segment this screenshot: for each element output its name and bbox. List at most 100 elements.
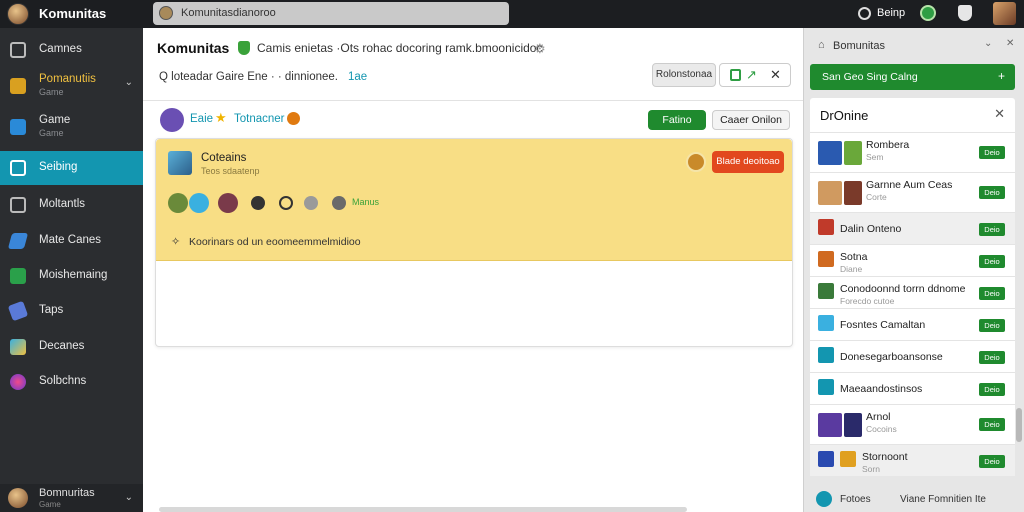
- reaction-dot-icon[interactable]: [251, 196, 265, 210]
- sidebar-item-1[interactable]: Pomanutiis Game ⌄: [0, 69, 143, 103]
- create-button[interactable]: Caaer Onilon: [712, 110, 790, 130]
- meta-text: Q loteadar Gaire Ene · · dinnionee.: [159, 71, 338, 83]
- game-thumbnail-icon: [818, 141, 842, 165]
- list-item[interactable]: Maeaandostinsos Deio: [810, 372, 1015, 404]
- square-icon[interactable]: [730, 69, 741, 81]
- filter-button[interactable]: Rolonstonaa: [652, 63, 716, 87]
- sidebar-item-label: Moishemaing: [39, 269, 108, 281]
- list-item[interactable]: Stornoont Sorn Deio: [810, 444, 1015, 476]
- community-avatar[interactable]: [160, 108, 184, 132]
- sidebar-item-3[interactable]: Seibing: [0, 151, 143, 185]
- join-button[interactable]: Deio: [979, 255, 1005, 268]
- game-thumbnail-icon: [818, 413, 842, 437]
- sidebar-item-9[interactable]: Solbchns: [0, 365, 143, 399]
- sidebar-item-8[interactable]: Decanes: [0, 330, 143, 364]
- sidebar-item-6[interactable]: Moishemaing: [0, 259, 143, 293]
- post-title[interactable]: Coteains: [201, 152, 246, 164]
- sidebar-item-5[interactable]: Mate Canes: [0, 224, 143, 258]
- start-game-button[interactable]: San Geo Sing Calng +: [810, 64, 1015, 90]
- meta-count[interactable]: 1ae: [348, 71, 367, 83]
- post-tag-button[interactable]: Blade deoitoao: [712, 151, 784, 173]
- list-item[interactable]: Arnol Cocoins Deio: [810, 404, 1015, 444]
- window-icon: [10, 197, 26, 213]
- coin-icon: [287, 112, 300, 125]
- join-button[interactable]: Deio: [979, 319, 1005, 332]
- list-item[interactable]: Dalin Onteno Deio: [810, 212, 1015, 244]
- reaction-avatar-icon[interactable]: [168, 193, 188, 213]
- reaction-face-icon[interactable]: [332, 196, 346, 210]
- list-item[interactable]: Donesegarboansonse Deio: [810, 340, 1015, 372]
- right-panel-title: Bomunitas: [833, 40, 885, 52]
- search-avatar-icon: [159, 6, 173, 20]
- sidebar-footer[interactable]: Bomnuritas Game ⌄: [0, 484, 143, 512]
- follow-button[interactable]: Fatino: [648, 110, 706, 130]
- list-item-name: Sotna: [840, 251, 868, 263]
- sidebar-item-label: Moltantls: [39, 198, 86, 210]
- search-text[interactable]: Komunitasdianoroo: [181, 7, 276, 19]
- post-avatar[interactable]: [168, 151, 192, 175]
- horizontal-scrollbar[interactable]: [159, 507, 687, 512]
- reaction-gear-icon[interactable]: [304, 196, 318, 210]
- join-button[interactable]: Deio: [979, 223, 1005, 236]
- start-game-label: San Geo Sing Calng: [822, 71, 918, 83]
- list-item[interactable]: Sotna Diane Deio: [810, 244, 1015, 276]
- join-button[interactable]: Deio: [979, 146, 1005, 159]
- list-item[interactable]: Garnne Aum Ceas Corte Deio: [810, 172, 1015, 212]
- list-item[interactable]: Fosntes Camaltan Deio: [810, 308, 1015, 340]
- footer-right-links[interactable]: Viane Fomnitien Ite: [900, 494, 986, 505]
- sidebar-item-7[interactable]: Taps: [0, 294, 143, 328]
- chevron-down-icon[interactable]: ⌄: [984, 38, 992, 49]
- community-sub[interactable]: Totnacner: [234, 113, 285, 125]
- info-icon[interactable]: [816, 491, 832, 507]
- link-icon[interactable]: ↗: [746, 67, 757, 83]
- join-button[interactable]: Deio: [979, 418, 1005, 431]
- list-item-name: Dalin Onteno: [840, 223, 902, 235]
- app-logo-icon[interactable]: [7, 3, 29, 25]
- vertical-scrollbar[interactable]: [1016, 408, 1022, 442]
- list-item[interactable]: Rombera Sem Deio: [810, 132, 1015, 172]
- arrow-icon: [7, 233, 29, 249]
- footer-left-link[interactable]: Fotoes: [840, 494, 871, 505]
- sidebar-item-label: Solbchns: [39, 375, 87, 387]
- list-item[interactable]: Conodoonnd torrn ddnome Forecdo cutoe Deio: [810, 276, 1015, 308]
- join-button[interactable]: Deio: [979, 455, 1005, 468]
- game-thumbnail-icon: [818, 347, 834, 363]
- main-content: Komunitas Camis enietas ·Ots rohac docor…: [143, 28, 803, 512]
- join-button[interactable]: Deio: [979, 383, 1005, 396]
- sidebar: Camnes Pomanutiis Game ⌄ Game Game Seibi…: [0, 28, 143, 512]
- list-item-name: Arnol: [866, 411, 891, 423]
- reaction-avatar-icon[interactable]: [189, 193, 209, 213]
- reaction-label: Manus: [352, 197, 380, 207]
- close-icon[interactable]: ✕: [770, 67, 781, 83]
- sidebar-item-label: Taps: [39, 304, 64, 316]
- pen-icon: [7, 300, 29, 322]
- puzzle-icon: [10, 339, 26, 355]
- shield-icon[interactable]: [958, 5, 972, 21]
- sidebar-item-label: Decanes: [39, 340, 85, 352]
- sidebar-item-4[interactable]: Moltantls: [0, 188, 143, 222]
- clock-icon[interactable]: [858, 7, 871, 20]
- close-icon[interactable]: ✕: [1006, 38, 1014, 49]
- list-item-name: Conodoonnd torrn ddnome: [840, 283, 966, 295]
- user-avatar[interactable]: [993, 2, 1016, 25]
- sidebar-item-2[interactable]: Game Game: [0, 110, 143, 144]
- star-icon: ★: [215, 110, 227, 125]
- reaction-nine-icon[interactable]: [279, 196, 293, 210]
- join-button[interactable]: Deio: [979, 287, 1005, 300]
- chevron-down-icon[interactable]: ⌄: [125, 77, 133, 88]
- join-button[interactable]: Deio: [979, 186, 1005, 199]
- community-name[interactable]: Eaie: [190, 113, 213, 125]
- notification-icon[interactable]: [920, 5, 936, 21]
- close-icon[interactable]: ✕: [994, 106, 1005, 122]
- search-bar[interactable]: Komunitasdianoroo: [153, 2, 509, 25]
- app-title: Komunitas: [39, 6, 107, 21]
- reaction-avatar-icon[interactable]: [218, 193, 238, 213]
- topbar-user-label[interactable]: Beinp: [877, 7, 905, 19]
- join-button[interactable]: Deio: [979, 351, 1005, 364]
- controller-icon: [10, 268, 26, 284]
- sidebar-item-0[interactable]: Camnes: [0, 33, 143, 67]
- sidebar-item-label: Pomanutiis: [39, 73, 96, 85]
- gear-icon[interactable]: ⚙: [534, 41, 546, 57]
- post-card[interactable]: Coteains Teos sdaatenp Blade deoitoao Ma…: [155, 138, 793, 347]
- chevron-down-icon[interactable]: ⌄: [125, 492, 133, 503]
